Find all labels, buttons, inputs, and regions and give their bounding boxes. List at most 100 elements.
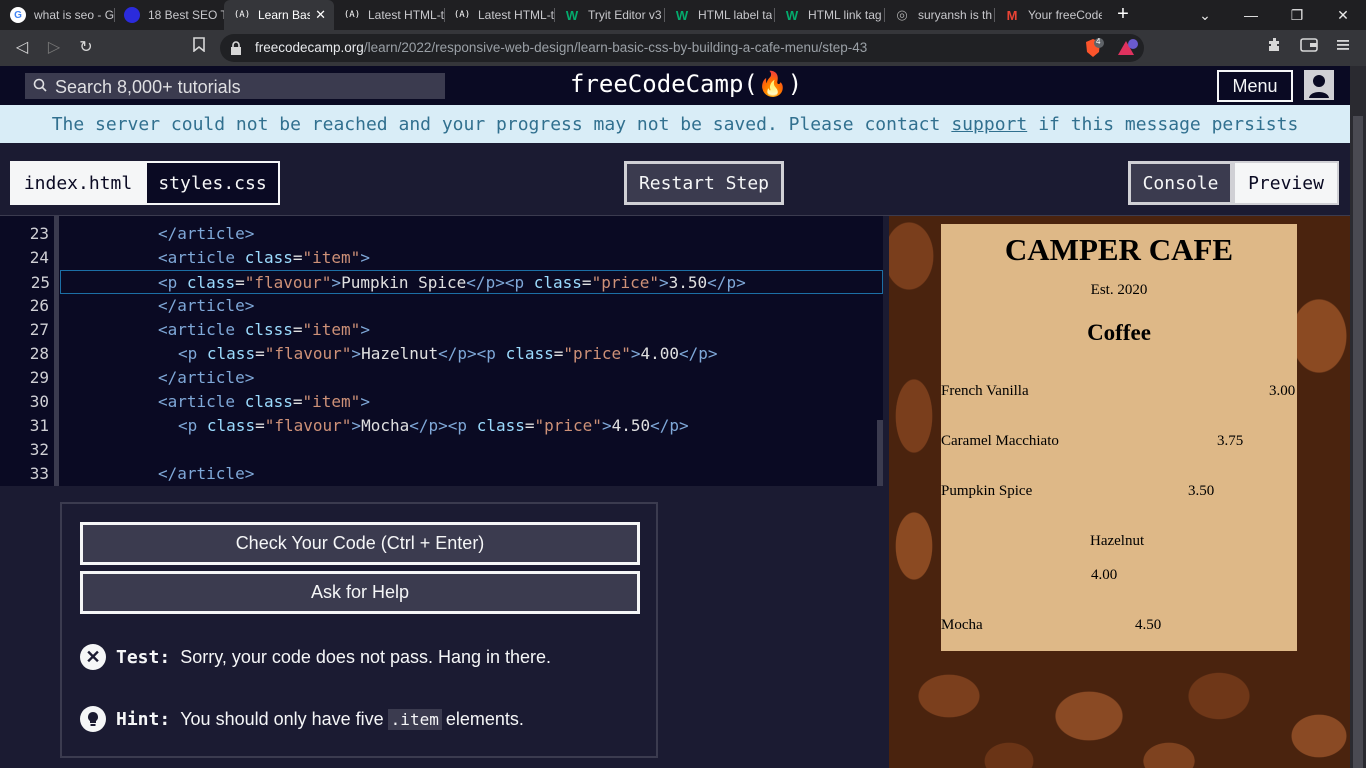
check-code-button[interactable]: Check Your Code (Ctrl + Enter)	[80, 522, 640, 565]
w3-icon: W	[675, 7, 689, 23]
line-number: 32	[29, 440, 49, 459]
menu-item-flavour: Mocha	[941, 617, 983, 633]
line-number: 31	[29, 416, 49, 435]
preview-button[interactable]: Preview	[1233, 161, 1339, 205]
menu-item-flavour: Pumpkin Spice	[941, 483, 1033, 499]
menu-established: Est. 2020	[1090, 282, 1148, 298]
wallet-icon[interactable]	[1298, 37, 1320, 59]
code-text: </article>	[158, 296, 255, 315]
browser-tab-active[interactable]: (A) Learn Basic ✕	[224, 0, 334, 30]
fcc-icon: (A)	[343, 10, 361, 20]
address-bar[interactable]: freecodecamp.org/learn/2022/responsive-w…	[220, 34, 1144, 62]
close-tab-icon[interactable]: ✕	[315, 7, 326, 23]
code-line[interactable]: 28 <p class="flavour">Hazelnut</p><p clas…	[0, 342, 883, 366]
browser-tab[interactable]: (A) Latest HTML-t	[444, 0, 554, 30]
code-text: <p class="flavour">Hazelnut</p><p class=…	[178, 344, 718, 363]
test-panel: Check Your Code (Ctrl + Enter) Ask for H…	[60, 502, 658, 758]
code-line[interactable]: 24 <article class="item">	[0, 246, 883, 270]
maximize-icon[interactable]: ❐	[1274, 0, 1320, 30]
menu-button[interactable]: Menu	[1217, 70, 1293, 102]
extensions-icon[interactable]	[1264, 37, 1286, 59]
preview-pane: CAMPER CAFE Est. 2020 Coffee French Vani…	[889, 216, 1350, 768]
search-icon	[33, 78, 47, 92]
test-result: ✕ Test: Sorry, your code does not pass. …	[80, 644, 551, 670]
code-text: <article clsss="item">	[158, 320, 370, 339]
avatar[interactable]	[1304, 70, 1334, 100]
browser-tab[interactable]: (A) Latest HTML-t	[334, 0, 444, 30]
reload-icon[interactable]: ↻	[75, 37, 97, 59]
menu-section-title: Coffee	[1087, 320, 1151, 345]
flash-message: The server could not be reached and your…	[0, 105, 1350, 143]
browser-tab[interactable]: G what is seo - G	[0, 0, 114, 30]
browser-tab[interactable]: W Tryit Editor v3	[554, 0, 664, 30]
instructions-pane: Check Your Code (Ctrl + Enter) Ask for H…	[0, 486, 883, 768]
menu-item-price: 4.00	[1091, 567, 1118, 583]
back-icon[interactable]: ◁	[11, 37, 33, 59]
editor-tabs-row: index.html styles.css Restart Step Conso…	[0, 143, 1350, 216]
browser-tab[interactable]: ◎ suryansh is th	[884, 0, 994, 30]
forward-icon[interactable]: ▷	[43, 37, 65, 59]
line-number: 27	[29, 320, 49, 339]
lightbulb-icon	[80, 706, 106, 732]
tab-index-html[interactable]: index.html	[10, 161, 146, 205]
browser-menu-icon[interactable]	[1332, 37, 1354, 59]
code-line[interactable]: 33 </article>	[0, 462, 883, 486]
line-number: 25	[30, 273, 50, 292]
menu-item-flavour: French Vanilla	[941, 383, 1029, 399]
code-text: <p class="flavour">Mocha</p><p class="pr…	[178, 416, 689, 435]
browser-tab[interactable]: M Your freeCode	[994, 0, 1102, 30]
menu-item-price: 3.50	[1188, 483, 1215, 499]
bookmark-icon[interactable]	[188, 37, 210, 59]
circle-icon	[124, 7, 140, 23]
menu-title: CAMPER CAFE	[1004, 232, 1234, 267]
tab-styles-css[interactable]: styles.css	[145, 161, 280, 205]
browser-tab[interactable]: W HTML link tag	[774, 0, 884, 30]
code-line[interactable]: 25 <p class="flavour">Pumpkin Spice</p><p…	[31, 270, 883, 294]
gmail-icon: M	[1006, 7, 1018, 23]
line-number: 28	[29, 344, 49, 363]
cafe-menu: CAMPER CAFE Est. 2020 Coffee French Vani…	[941, 224, 1297, 651]
code-line[interactable]: 29 </article>	[0, 366, 883, 390]
code-text: <article class="item">	[158, 392, 370, 411]
brave-rewards-icon[interactable]	[1116, 37, 1138, 57]
code-line[interactable]: 26 </article>	[0, 294, 883, 318]
fail-x-icon: ✕	[80, 644, 106, 670]
code-line[interactable]: 27 <article clsss="item">	[0, 318, 883, 342]
code-line[interactable]: 32	[0, 438, 883, 462]
globe-icon: ◎	[896, 7, 908, 22]
restart-step-button[interactable]: Restart Step	[624, 161, 784, 205]
search-input[interactable]: Search 8,000+ tutorials	[25, 73, 445, 99]
lock-icon	[231, 41, 241, 55]
close-window-icon[interactable]: ✕	[1320, 0, 1366, 30]
new-tab-icon[interactable]: +	[1112, 4, 1134, 26]
brave-shield-icon[interactable]: 4	[1082, 37, 1104, 57]
line-number: 33	[29, 464, 49, 483]
browser-tab[interactable]: W HTML label ta	[664, 0, 774, 30]
fcc-icon: (A)	[453, 10, 471, 20]
menu-item-price: 3.75	[1217, 433, 1244, 449]
fcc-logo[interactable]: freeCodeCamp(🔥)	[570, 70, 802, 98]
line-number: 26	[29, 296, 49, 315]
code-line[interactable]: 30 <article class="item">	[0, 390, 883, 414]
menu-item-flavour: Hazelnut	[1090, 533, 1145, 549]
tab-search-icon[interactable]: ⌄	[1182, 0, 1228, 30]
code-line[interactable]: 31 <p class="flavour">Mocha</p><p class="…	[0, 414, 883, 438]
google-icon: G	[10, 7, 26, 23]
fcc-icon: (A)	[233, 10, 251, 20]
url-text: freecodecamp.org/learn/2022/responsive-w…	[255, 40, 868, 55]
browser-tab-strip: G what is seo - G 18 Best SEO To (A) Lea…	[0, 0, 1366, 30]
console-button[interactable]: Console	[1128, 161, 1233, 205]
ask-for-help-button[interactable]: Ask for Help	[80, 571, 640, 614]
code-text: </article>	[158, 224, 255, 243]
support-link[interactable]: support	[951, 114, 1027, 135]
code-editor[interactable]: 23 </article> 24 <article class="item"> 25 <p…	[0, 216, 883, 486]
menu-item-flavour: Caramel Macchiato	[941, 433, 1059, 449]
w3-icon: W	[785, 7, 799, 23]
minimize-icon[interactable]: —	[1228, 0, 1274, 30]
browser-tab[interactable]: 18 Best SEO To	[114, 0, 224, 30]
code-line[interactable]: 23 </article>	[0, 222, 883, 246]
menu-item-price: 4.50	[1135, 617, 1162, 633]
browser-toolbar: ◁ ▷ ↻ freecodecamp.org/learn/2022/respon…	[0, 30, 1366, 66]
code-text: <p class="flavour">Pumpkin Spice</p><p c…	[158, 273, 746, 292]
page-scrollbar[interactable]	[1350, 66, 1366, 768]
